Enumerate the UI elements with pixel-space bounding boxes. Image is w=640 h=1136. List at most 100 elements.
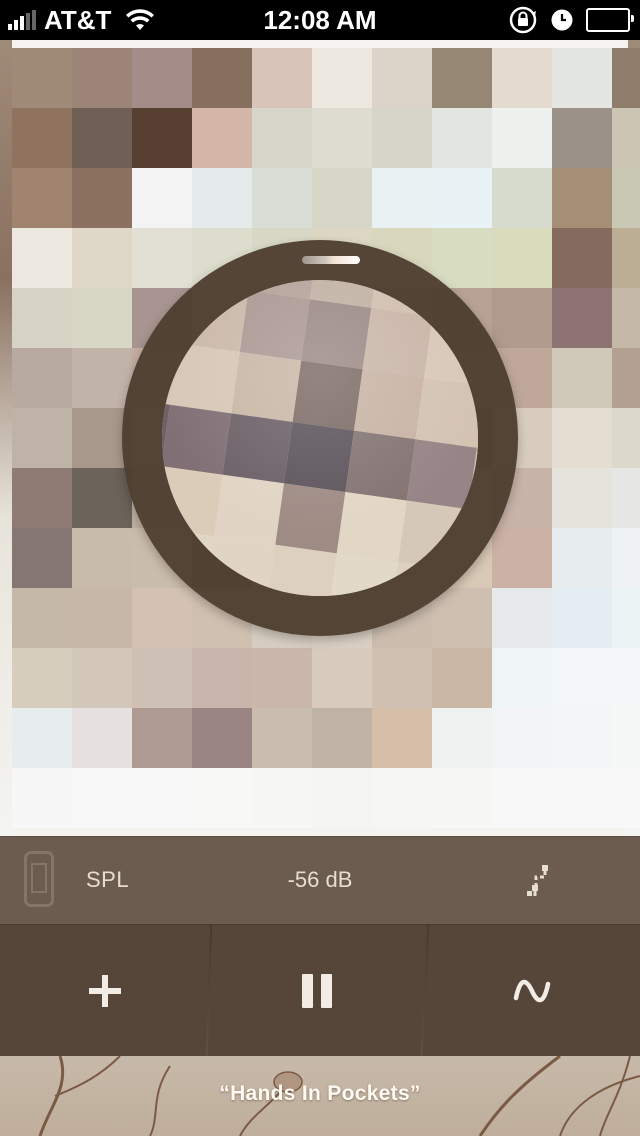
pixel-block xyxy=(612,288,640,348)
add-button[interactable] xyxy=(0,925,210,1057)
pixel-block xyxy=(612,348,640,408)
pixel-block xyxy=(72,768,132,828)
pixel-block xyxy=(612,588,640,648)
pixel-block xyxy=(192,168,252,228)
pixel-block xyxy=(612,468,640,528)
pixel-block xyxy=(132,108,192,168)
pixel-block xyxy=(12,348,72,408)
pixel-block xyxy=(252,648,312,708)
pixel-block xyxy=(492,48,552,108)
pixel-block xyxy=(432,228,492,288)
pixel-block xyxy=(132,168,192,228)
lens-magnified-view xyxy=(162,280,478,596)
pixel-block xyxy=(252,168,312,228)
pixel-block xyxy=(432,108,492,168)
pixel-block xyxy=(552,288,612,348)
pause-icon xyxy=(302,974,332,1008)
pixel-block xyxy=(612,228,640,288)
pixel-block xyxy=(552,48,612,108)
status-right xyxy=(508,4,634,36)
pixel-block xyxy=(432,648,492,708)
pixel-block xyxy=(492,228,552,288)
lens-ring[interactable] xyxy=(122,240,518,636)
pixel-block xyxy=(252,768,312,828)
pixel-block xyxy=(192,48,252,108)
pixel-block xyxy=(192,708,252,768)
pixel-block xyxy=(12,408,72,468)
pixel-block xyxy=(12,768,72,828)
pixel-block xyxy=(612,168,640,228)
pixel-block xyxy=(312,768,372,828)
pixel-block xyxy=(552,168,612,228)
pixel-block xyxy=(552,768,612,828)
pixel-block xyxy=(552,348,612,408)
lens-gloss xyxy=(162,280,478,596)
pixel-block xyxy=(492,288,552,348)
pixel-block xyxy=(372,108,432,168)
pixel-block xyxy=(72,528,132,588)
pixel-block xyxy=(12,528,72,588)
pixel-block xyxy=(12,648,72,708)
pixel-block xyxy=(372,168,432,228)
pixel-block xyxy=(612,48,640,108)
pixel-block xyxy=(72,288,132,348)
camera-viewfinder[interactable] xyxy=(0,40,640,836)
pixel-block xyxy=(72,48,132,108)
pixel-block xyxy=(72,648,132,708)
app-screen: AT&T 12:08 AM SPL -56 dB “Hands In Pocke… xyxy=(0,0,640,1136)
pixel-block xyxy=(192,108,252,168)
pixel-block xyxy=(612,108,640,168)
pixel-block xyxy=(72,108,132,168)
pixel-block xyxy=(12,708,72,768)
pixel-block xyxy=(132,708,192,768)
pixel-block xyxy=(372,708,432,768)
pixel-block xyxy=(12,288,72,348)
pixel-block xyxy=(492,768,552,828)
waveform-button[interactable] xyxy=(424,925,640,1057)
pixel-block xyxy=(72,348,132,408)
plus-icon xyxy=(89,975,121,1007)
pixel-block xyxy=(492,168,552,228)
pixel-block xyxy=(552,108,612,168)
pixel-block xyxy=(432,588,492,648)
pixel-block xyxy=(252,708,312,768)
pause-button[interactable] xyxy=(210,925,424,1057)
pixel-block xyxy=(132,648,192,708)
pixel-block xyxy=(72,468,132,528)
lens-level-indicator xyxy=(302,256,360,264)
pixel-block xyxy=(552,588,612,648)
status-bar: AT&T 12:08 AM xyxy=(0,0,640,40)
pixel-block xyxy=(312,708,372,768)
pixel-block xyxy=(552,468,612,528)
pixel-block xyxy=(552,228,612,288)
pixel-block xyxy=(252,48,312,108)
route-path-icon[interactable] xyxy=(524,863,554,897)
pixel-block xyxy=(312,168,372,228)
rotation-lock-icon xyxy=(509,6,537,34)
pixel-block xyxy=(12,168,72,228)
pixel-block xyxy=(132,588,192,648)
pixel-block xyxy=(492,528,552,588)
info-bar: SPL -56 dB xyxy=(0,836,640,925)
pixel-block xyxy=(72,708,132,768)
pixel-block xyxy=(312,48,372,108)
pixel-block xyxy=(12,48,72,108)
pixel-block xyxy=(372,48,432,108)
pixel-block xyxy=(552,408,612,468)
clock-icon xyxy=(551,9,573,31)
pixel-block xyxy=(312,648,372,708)
now-playing-bar[interactable]: “Hands In Pockets” xyxy=(0,1056,640,1136)
pixel-block xyxy=(432,168,492,228)
pixel-block xyxy=(552,528,612,588)
pixel-block xyxy=(612,768,640,828)
viewfinder-edge-left xyxy=(0,40,12,836)
pixel-block xyxy=(492,648,552,708)
pixel-block xyxy=(132,48,192,108)
pixel-block xyxy=(12,588,72,648)
pixel-block xyxy=(132,228,192,288)
pixel-block xyxy=(492,108,552,168)
pixel-block xyxy=(72,168,132,228)
track-title: “Hands In Pockets” xyxy=(219,1082,421,1105)
pixel-block xyxy=(612,408,640,468)
battery-icon xyxy=(586,8,634,32)
